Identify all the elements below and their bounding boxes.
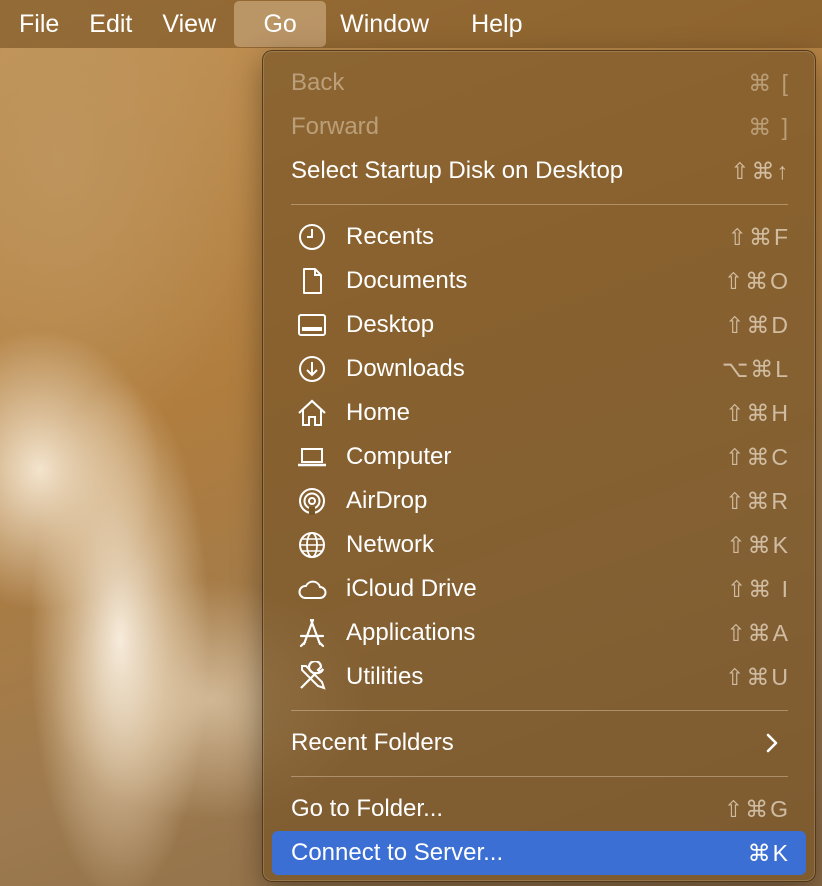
menu-separator xyxy=(291,776,788,777)
shortcut: ⇧⌘G xyxy=(723,795,790,822)
shortcut: ⌘K xyxy=(747,839,790,866)
menu-item-label: Utilities xyxy=(346,663,424,690)
shortcut: ⇧⌘ I xyxy=(726,575,790,602)
menu-item-label: Documents xyxy=(346,267,468,294)
shortcut: ⇧⌘D xyxy=(725,311,790,338)
globe-icon xyxy=(296,529,328,561)
shortcut: ⌘ ] xyxy=(748,113,790,140)
shortcut: ⇧⌘U xyxy=(725,663,790,690)
shortcut: ⇧⌘C xyxy=(725,443,790,470)
menu-item-network[interactable]: Network ⇧⌘K xyxy=(272,523,806,567)
menu-item-icloud-drive[interactable]: iCloud Drive ⇧⌘ I xyxy=(272,567,806,611)
shortcut: ⇧⌘H xyxy=(725,399,790,426)
shortcut: ⇧⌘R xyxy=(725,487,790,514)
menu-item-label: Network xyxy=(346,531,435,558)
menu-item-computer[interactable]: Computer ⇧⌘C xyxy=(272,435,806,479)
laptop-icon xyxy=(296,441,328,473)
shortcut: ⌘ [ xyxy=(748,69,790,96)
menu-item-documents[interactable]: Documents ⇧⌘O xyxy=(272,259,806,303)
menu-item-label: Forward xyxy=(291,113,380,140)
menu-go[interactable]: Go xyxy=(234,1,327,47)
shortcut: ⇧⌘F xyxy=(727,223,790,250)
applications-icon xyxy=(296,617,328,649)
menu-item-go-to-folder[interactable]: Go to Folder... ⇧⌘G xyxy=(272,787,806,831)
clock-icon xyxy=(296,221,328,253)
home-icon xyxy=(296,397,328,429)
menu-item-desktop[interactable]: Desktop ⇧⌘D xyxy=(272,303,806,347)
airdrop-icon xyxy=(296,485,328,517)
go-menu: Back ⌘ [ Forward ⌘ ] Select Startup Disk… xyxy=(262,50,816,882)
tools-icon xyxy=(296,660,328,693)
menu-item-downloads[interactable]: Downloads ⌥⌘L xyxy=(272,347,806,391)
shortcut: ⌥⌘L xyxy=(721,355,790,382)
menu-separator xyxy=(291,710,788,711)
menu-item-forward[interactable]: Forward ⌘ ] xyxy=(272,105,806,149)
menu-item-applications[interactable]: Applications ⇧⌘A xyxy=(272,611,806,655)
menu-item-label: Back xyxy=(291,69,345,96)
desktop-icon xyxy=(296,309,328,341)
shortcut: ⇧⌘↑ xyxy=(730,157,790,184)
document-icon xyxy=(296,265,328,297)
menu-item-label: Recent Folders xyxy=(291,729,454,756)
shortcut: ⇧⌘A xyxy=(726,619,790,646)
menu-file[interactable]: File xyxy=(0,0,77,48)
menu-item-home[interactable]: Home ⇧⌘H xyxy=(272,391,806,435)
cloud-icon xyxy=(296,573,328,605)
menu-item-utilities[interactable]: Utilities ⇧⌘U xyxy=(272,655,806,699)
menu-item-airdrop[interactable]: AirDrop ⇧⌘R xyxy=(272,479,806,523)
menu-bar: File Edit View Go Window Help xyxy=(0,0,822,48)
menu-edit[interactable]: Edit xyxy=(77,0,150,48)
menu-window[interactable]: Window xyxy=(326,0,447,48)
menu-view[interactable]: View xyxy=(150,0,234,48)
menu-item-label: Desktop xyxy=(346,311,435,338)
menu-item-label: Applications xyxy=(346,619,476,646)
menu-item-label: Go to Folder... xyxy=(291,795,444,822)
download-icon xyxy=(296,353,328,385)
menu-help[interactable]: Help xyxy=(447,0,540,48)
menu-item-back[interactable]: Back ⌘ [ xyxy=(272,61,806,105)
shortcut: ⇧⌘K xyxy=(726,531,790,558)
menu-item-label: Home xyxy=(346,399,411,426)
menu-item-label: iCloud Drive xyxy=(346,575,477,602)
chevron-right-icon xyxy=(762,731,782,755)
menu-item-label: Select Startup Disk on Desktop xyxy=(291,157,624,184)
menu-item-label: Recents xyxy=(346,223,435,250)
menu-item-label: AirDrop xyxy=(346,487,428,514)
menu-item-recent-folders[interactable]: Recent Folders xyxy=(272,721,806,765)
menu-item-label: Downloads xyxy=(346,355,465,382)
menu-separator xyxy=(291,204,788,205)
menu-item-label: Computer xyxy=(346,443,452,470)
menu-item-connect-to-server[interactable]: Connect to Server... ⌘K xyxy=(272,831,806,875)
shortcut: ⇧⌘O xyxy=(723,267,790,294)
menu-item-label: Connect to Server... xyxy=(291,839,504,866)
menu-item-recents[interactable]: Recents ⇧⌘F xyxy=(272,215,806,259)
menu-item-select-startup-disk[interactable]: Select Startup Disk on Desktop ⇧⌘↑ xyxy=(272,149,806,193)
